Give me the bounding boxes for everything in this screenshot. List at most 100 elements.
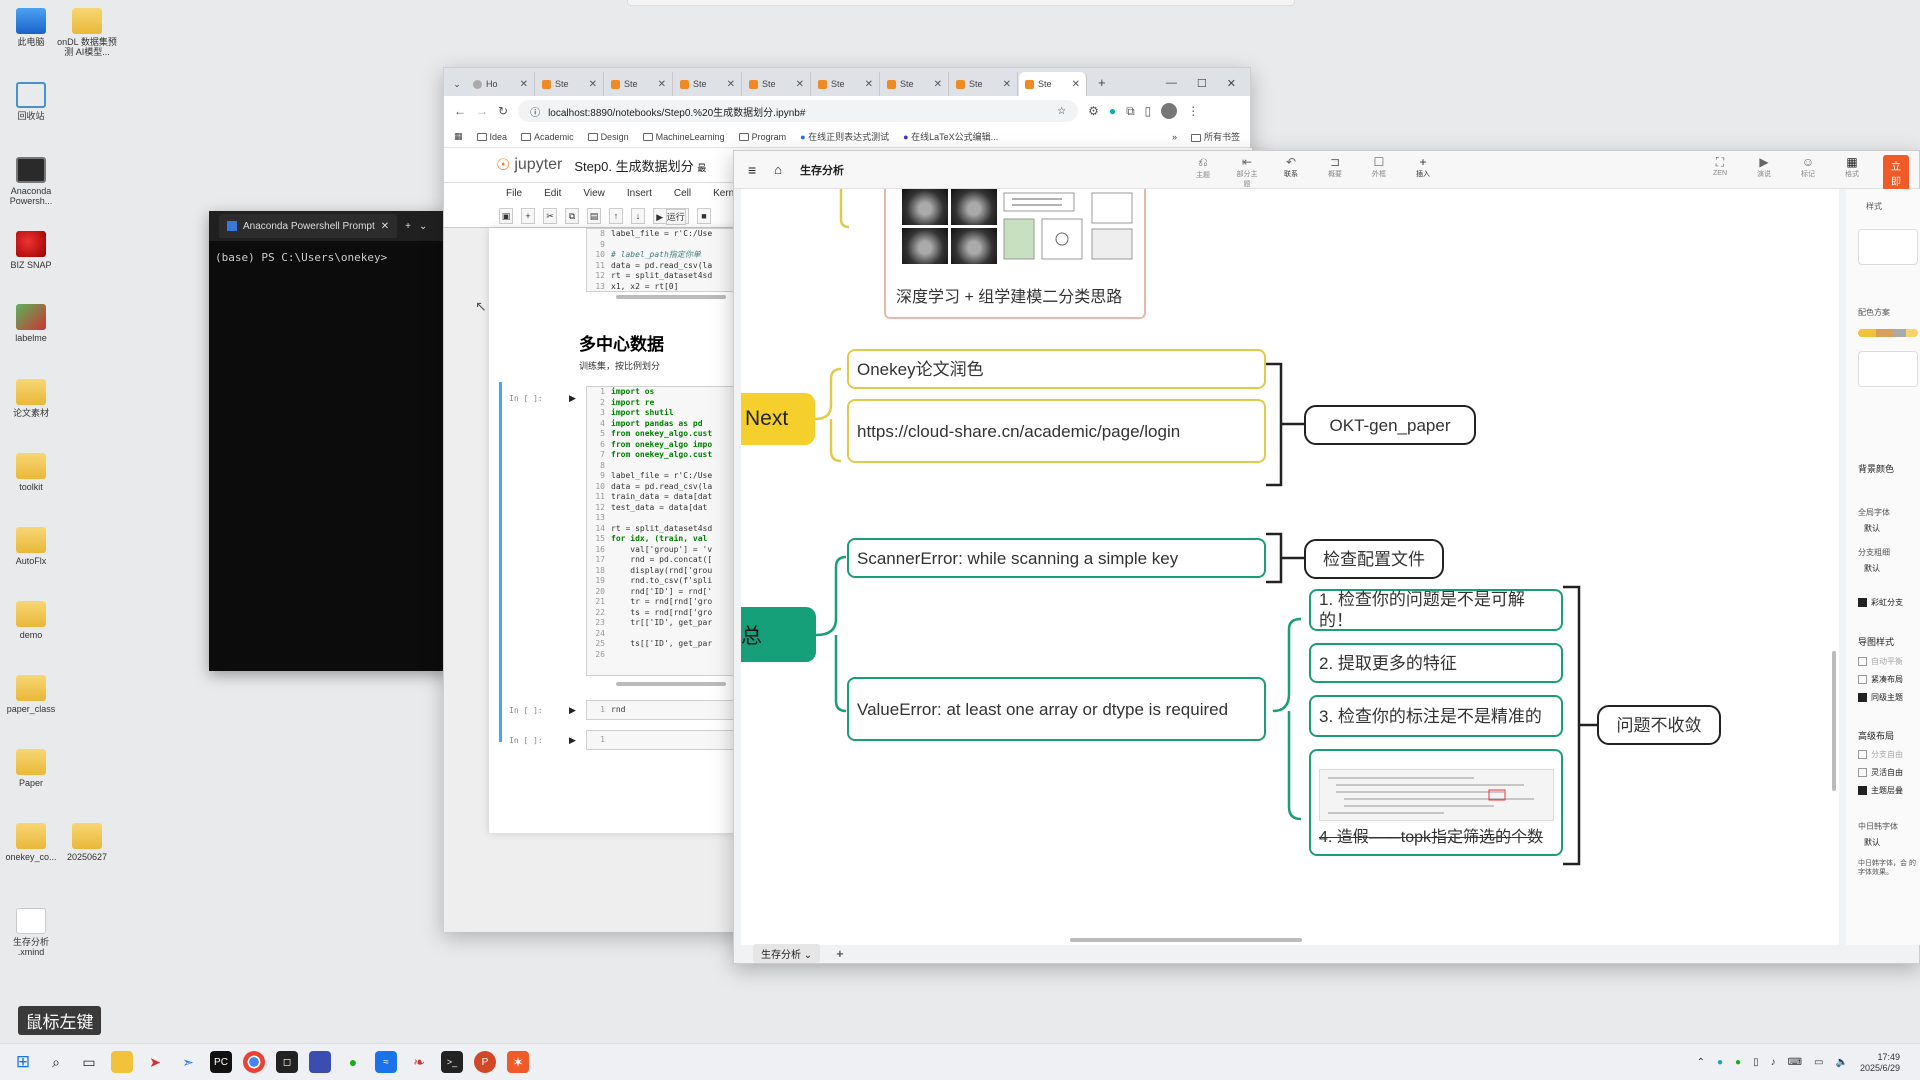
browser-tab[interactable]: Ste ✕ — [812, 72, 880, 96]
browser-tab[interactable]: Ste ✕ — [950, 72, 1018, 96]
stop-icon[interactable]: ■ — [697, 207, 711, 224]
subtopic-tip-4[interactable]: 4. 造假——topk指定筛选的个数 — [1309, 749, 1563, 856]
close-icon[interactable]: ✕ — [727, 79, 735, 90]
menu-insert[interactable]: Insert — [627, 188, 652, 199]
desktop-icon-folder[interactable]: demo — [0, 601, 62, 640]
desktop-icon-folder[interactable]: 20250627 — [56, 823, 118, 862]
notebook-title[interactable]: Step0. 生成数据划分 最 — [574, 156, 706, 175]
file-explorer-icon[interactable] — [111, 1051, 133, 1073]
battery-icon[interactable]: ▯ — [1753, 1057, 1759, 1068]
summary-not-converge[interactable]: 问题不收敛 — [1597, 705, 1721, 745]
add-sheet-button[interactable]: + — [836, 946, 844, 961]
pitch-tool[interactable]: ▶ 演说 — [1751, 155, 1777, 191]
mindmap-canvas[interactable]: 深度学习 + 组学建模二分类思路 Next Onekey论文润色 https:/… — [741, 189, 1839, 945]
desktop-icon-labelme[interactable]: labelme — [0, 304, 62, 343]
boundary-tool[interactable]: ☐ 外框 — [1366, 155, 1392, 189]
bookmark-folder[interactable]: Design — [587, 132, 629, 142]
branch-free-checkbox[interactable]: 分支自由 — [1858, 749, 1903, 760]
horizontal-scrollbar[interactable] — [1070, 938, 1302, 942]
task-view-icon[interactable]: ▭ — [78, 1051, 100, 1073]
document-title[interactable]: 生存分析 — [800, 162, 844, 178]
close-icon[interactable]: ✕ — [658, 79, 666, 90]
minimize-icon[interactable]: — — [1166, 77, 1177, 90]
compact-layout-checkbox[interactable]: 紧凑布局 — [1858, 674, 1903, 685]
topic-paper-polish[interactable]: Onekey论文润色 — [847, 349, 1266, 389]
bookmark-folder[interactable]: Program — [738, 132, 786, 142]
app-icon[interactable] — [309, 1051, 331, 1073]
extensions-puzzle-icon[interactable]: ⧉ — [1126, 104, 1135, 119]
topic-overlap-checkbox[interactable]: 主题层叠 — [1858, 785, 1903, 796]
microphone-icon[interactable]: ♪ — [1771, 1057, 1776, 1068]
topic-scanner-error[interactable]: ScannerError: while scanning a simple ke… — [847, 538, 1266, 578]
add-cell-icon[interactable]: + — [521, 207, 535, 224]
topic-summary[interactable]: 汇总 — [741, 607, 816, 662]
profile-avatar[interactable] — [1161, 103, 1178, 119]
terminal-titlebar[interactable]: Anaconda Powershell Prompt ✕ + ⌄ — [209, 211, 449, 241]
extension-icon[interactable]: ⚙ — [1088, 104, 1099, 118]
zen-mode-tool[interactable]: ⛶ ZEN — [1707, 155, 1733, 191]
close-icon[interactable]: ✕ — [520, 79, 528, 90]
marker-tool[interactable]: ☺ 标记 — [1795, 155, 1821, 191]
desktop-icon-xmind-file[interactable]: 生存分析 .xmind — [0, 908, 62, 957]
summary-gen-paper[interactable]: OKT-gen_paper — [1304, 405, 1476, 445]
cjk-font-select[interactable]: 默认 — [1864, 837, 1880, 848]
insert-tool[interactable]: + 插入 — [1410, 155, 1436, 189]
subtopic-tip-3[interactable]: 3. 检查你的标注是不是精准的 — [1309, 695, 1563, 737]
clock[interactable]: 17:49 2025/6/29 — [1860, 1052, 1900, 1074]
mindmap-window[interactable]: ≡ ⌂ 生存分析 ⎌ 主题 ⇤ 部分主题 ↶ 联系 ⊐ 概要 ☐ 外框 + 插入 ⛶ ZEN … — [733, 150, 1920, 964]
bookmark-link[interactable]: ● 在线LaTeX公式编辑... — [903, 130, 998, 143]
terminal-tab[interactable]: Anaconda Powershell Prompt ✕ — [219, 214, 398, 238]
desktop-icon-folder[interactable]: onekey_co... — [0, 823, 62, 862]
hamburger-menu-icon[interactable]: ≡ — [748, 162, 756, 178]
relationship-tool[interactable]: ↶ 联系 — [1278, 155, 1304, 189]
close-icon[interactable]: ✕ — [1003, 79, 1011, 90]
xmind-icon[interactable]: ✶ — [507, 1051, 529, 1073]
theme-preview[interactable] — [1858, 394, 1918, 430]
sheet-tab[interactable]: 生存分析 ⌄ — [753, 943, 821, 963]
sidebar-icon[interactable]: ▯ — [1145, 104, 1152, 118]
run-cell-icon[interactable]: ▶ — [569, 705, 576, 716]
wechat-icon[interactable]: ● — [342, 1051, 364, 1073]
search-icon[interactable]: ⌕ — [45, 1051, 67, 1073]
chevron-up-icon[interactable]: ⌃ — [1697, 1057, 1705, 1068]
app-icon[interactable]: ◻ — [276, 1051, 298, 1073]
menu-view[interactable]: View — [583, 188, 605, 199]
pycharm-icon[interactable]: PC — [210, 1051, 232, 1073]
subtopic-tip-2[interactable]: 2. 提取更多的特征 — [1309, 643, 1563, 683]
close-icon[interactable]: ✕ — [1072, 79, 1080, 90]
topic-tool[interactable]: ⎌ 主题 — [1190, 155, 1216, 189]
run-cell-icon[interactable]: ▶ — [569, 735, 576, 746]
language-icon[interactable]: ⌨ — [1788, 1057, 1802, 1068]
copy-icon[interactable]: ⧉ — [565, 207, 579, 224]
move-down-icon[interactable]: ↓ — [631, 207, 645, 224]
paste-icon[interactable]: ▤ — [587, 207, 601, 224]
app-icon[interactable]: ➤ — [144, 1051, 166, 1073]
new-tab-icon[interactable]: + — [405, 221, 411, 232]
reload-icon[interactable]: ↻ — [498, 104, 508, 118]
export-button[interactable]: 立即 — [1883, 155, 1909, 191]
terminal-icon[interactable]: >_ — [441, 1051, 463, 1073]
subtopic-tool[interactable]: ⇤ 部分主题 — [1234, 155, 1260, 189]
bookmark-folder[interactable]: Idea — [476, 132, 507, 142]
vertical-scrollbar[interactable] — [1832, 651, 1836, 791]
flexible-checkbox[interactable]: 灵活自由 — [1858, 767, 1903, 778]
bookmark-link[interactable]: ● 在线正则表达式测试 — [800, 130, 889, 143]
desktop-icon-snap[interactable]: BIZ SNAP — [0, 231, 62, 270]
close-icon[interactable]: ✕ — [796, 79, 804, 90]
summary-tool[interactable]: ⊐ 概要 — [1322, 155, 1348, 189]
snake-icon[interactable]: ❧ — [408, 1051, 430, 1073]
chevron-down-icon[interactable]: ⌄ — [419, 221, 427, 232]
desktop-icon-folder[interactable]: 论文素材 — [0, 379, 62, 418]
menu-kebab-icon[interactable]: ⋮ — [1187, 104, 1199, 118]
bg-color-label[interactable]: 背景颜色 — [1858, 462, 1894, 475]
display-icon[interactable]: ▭ — [1814, 1057, 1823, 1068]
desktop-icon-folder[interactable]: AutoFlx — [0, 527, 62, 566]
home-icon[interactable]: ⌂ — [774, 162, 782, 177]
close-icon[interactable]: ✕ — [381, 221, 389, 232]
desktop-icon-folder[interactable]: onDL 数据集预测 AI模型... — [56, 8, 118, 57]
more-bookmarks-icon[interactable]: » — [1172, 132, 1177, 142]
bookmark-folder[interactable]: Academic — [521, 132, 574, 142]
apps-grid-icon[interactable]: ▦ — [454, 131, 463, 142]
desktop-icon-folder[interactable]: Paper — [0, 749, 62, 788]
all-bookmarks[interactable]: 所有书签 — [1190, 130, 1240, 143]
